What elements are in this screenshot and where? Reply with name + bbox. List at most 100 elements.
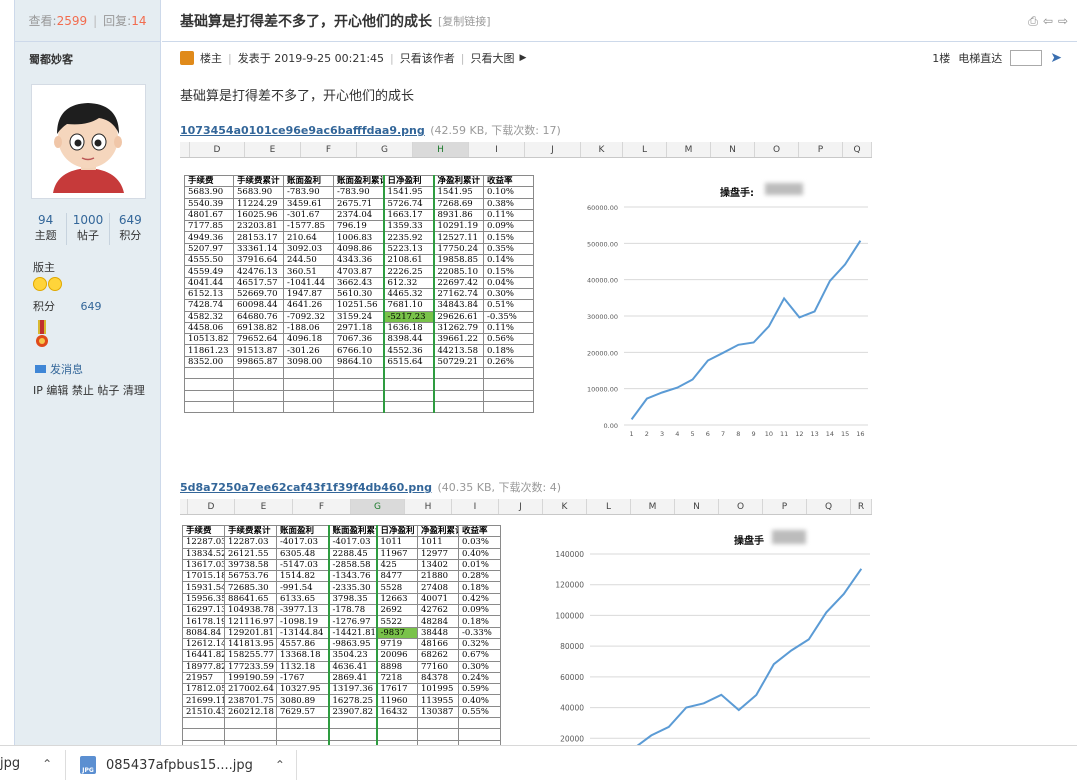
table-cell: 手续费 bbox=[182, 524, 225, 538]
table-cell: 手续费累计 bbox=[224, 524, 277, 538]
envelope-icon bbox=[35, 365, 46, 373]
table-cell: 84378 bbox=[417, 671, 459, 685]
x-tick-label: 13 bbox=[810, 430, 818, 437]
online-icon bbox=[180, 51, 194, 65]
table-cell: 日净盈利 bbox=[382, 174, 435, 188]
table-cell bbox=[184, 389, 234, 402]
table-row: 18977.82 177233.59 1132.18 4636.41 8898 77160… bbox=[182, 660, 501, 673]
table-cell bbox=[458, 728, 501, 741]
table-cell: 5522 bbox=[376, 615, 418, 628]
post-main: 基础算是打得差不多了，开心他们的成长 [复制链接] ⎙ ⇦ ⇨ 楼主 | 发表于… bbox=[162, 0, 1077, 745]
x-tick-label: 6 bbox=[706, 430, 710, 437]
table-cell: 0.42% bbox=[458, 592, 501, 606]
chart-1-plot: 0.00 10000.00 20000.00 30000.00 40000.00 5000… bbox=[587, 204, 868, 437]
only-large-images-link[interactable]: 只看大图 bbox=[470, 50, 514, 66]
prev-thread-icon[interactable]: ⇦ bbox=[1043, 14, 1053, 29]
table-cell: 238701.75 bbox=[224, 694, 277, 707]
table-cell bbox=[224, 717, 277, 730]
table-cell: 68262 bbox=[417, 649, 459, 662]
table-cell bbox=[458, 717, 501, 730]
table-cell: 12977 bbox=[417, 547, 459, 560]
table-cell bbox=[382, 378, 435, 391]
table-cell: 91513.87 bbox=[233, 344, 284, 357]
table-cell: 0.38% bbox=[483, 197, 534, 210]
table-cell: 0.51% bbox=[483, 299, 534, 312]
x-tick-label: 11 bbox=[780, 430, 788, 437]
only-author-link[interactable]: 只看该作者 bbox=[400, 50, 455, 66]
chevron-up-icon[interactable]: ⌃ bbox=[42, 757, 52, 771]
table-cell bbox=[276, 717, 329, 730]
table-cell: 16297.13 bbox=[182, 604, 225, 617]
admin-links[interactable]: IP 编辑 禁止 帖子 清理 bbox=[33, 382, 145, 398]
table-row bbox=[184, 400, 534, 414]
floor-number: 1楼 bbox=[932, 52, 951, 65]
x-tick-label: 4 bbox=[675, 430, 679, 437]
table-cell: 1011 bbox=[376, 536, 418, 549]
spreadsheet-image-2[interactable]: D E F G H I J K L M N O P Q R 手续费 手续费累计 账面… bbox=[180, 499, 872, 745]
table-cell: 17812.05 bbox=[182, 683, 225, 696]
attachment-link[interactable]: 5d8a7250a7ee62caf43f1f39f4db460.png bbox=[180, 481, 432, 494]
table-cell: 12663 bbox=[376, 592, 418, 606]
table-cell: 账面盈利 bbox=[276, 524, 329, 538]
send-message-link[interactable]: 发消息 bbox=[35, 361, 83, 377]
attachment-link[interactable]: 1073454a0101ce96e9ac6bafffdaa9.png bbox=[180, 124, 425, 137]
table-cell: 4458.06 bbox=[184, 321, 234, 335]
table-row: 5207.97 33361.14 3092.03 4098.86 5223.13 1775… bbox=[184, 242, 534, 256]
table-cell: 18977.82 bbox=[182, 660, 225, 673]
download-bar: jpg ⌃ JPG 085437afpbus15....jpg ⌃ bbox=[0, 745, 1077, 784]
table-cell: 0.11% bbox=[483, 208, 534, 222]
download-item-2[interactable]: JPG 085437afpbus15....jpg ⌃ bbox=[80, 756, 285, 774]
print-icon[interactable]: ⎙ bbox=[1028, 14, 1038, 29]
table-row: 6152.13 52669.70 1947.87 5610.30 4465.32 2716… bbox=[184, 287, 534, 301]
triangle-right-icon[interactable]: ▶ bbox=[519, 53, 526, 63]
table-cell: 101995 bbox=[417, 683, 459, 696]
author-stat-topics[interactable]: 94 主题 bbox=[25, 213, 68, 245]
author-stat-posts[interactable]: 1000 帖子 bbox=[67, 213, 110, 245]
table-cell: 1947.87 bbox=[283, 287, 334, 301]
table-cell: 42762 bbox=[417, 604, 459, 617]
table-cell: 129201.81 bbox=[224, 626, 277, 639]
spreadsheet-image-1[interactable]: D E F G H I J K L M N O P Q 手续费 手续费累计 账面盈利… bbox=[180, 142, 872, 450]
table-cell: 210.64 bbox=[283, 231, 334, 244]
table-cell: 日净盈利 bbox=[376, 524, 418, 538]
table-cell: 1006.83 bbox=[333, 231, 384, 244]
avatar[interactable] bbox=[31, 84, 146, 199]
table-cell: 0.15% bbox=[483, 231, 534, 244]
views-label: 查看: bbox=[28, 14, 57, 28]
table-cell: 5528 bbox=[376, 581, 418, 594]
op-label: 楼主 bbox=[200, 52, 222, 65]
table-row: 4041.44 46517.57 -1041.44 3662.43 612.32 2269… bbox=[184, 276, 534, 289]
y-tick-label: 0.00 bbox=[604, 422, 618, 430]
wrench-icon[interactable]: ➤ bbox=[1050, 50, 1062, 66]
table-cell: 1514.82 bbox=[276, 570, 329, 583]
copy-link[interactable]: [复制链接] bbox=[438, 13, 491, 29]
table-cell: 13368.18 bbox=[276, 649, 329, 662]
table-row: 4458.06 69138.82 -188.06 2971.18 1636.18 3126… bbox=[184, 321, 534, 335]
table-cell: -1577.85 bbox=[283, 220, 334, 233]
post-meta: 楼主 | 发表于 2019-9-25 00:21:45 | 只看该作者 | 只看… bbox=[180, 50, 1070, 66]
table-cell: 账面盈利累计 bbox=[327, 524, 378, 538]
table-cell: 3159.24 bbox=[333, 310, 384, 323]
table-cell: -783.90 bbox=[283, 186, 334, 199]
table-row: 5540.39 11224.29 3459.61 2675.71 5726.74 7268… bbox=[184, 197, 534, 210]
table-cell: 1359.33 bbox=[382, 220, 435, 233]
chevron-up-icon[interactable]: ⌃ bbox=[275, 758, 285, 772]
table-cell: -178.78 bbox=[327, 604, 378, 617]
x-tick-label: 2 bbox=[645, 430, 649, 437]
download-item-1[interactable]: jpg ⌃ bbox=[0, 756, 52, 771]
author-points: 积分 649 bbox=[33, 300, 102, 313]
table-cell: 21957 bbox=[182, 671, 225, 685]
floor-jump-input[interactable] bbox=[1010, 50, 1043, 66]
table-cell bbox=[433, 389, 484, 402]
author-name[interactable]: 蜀都妙客 bbox=[29, 51, 73, 67]
table-cell: -7092.32 bbox=[283, 310, 334, 323]
table-cell: -1276.97 bbox=[327, 615, 378, 628]
next-thread-icon[interactable]: ⇨ bbox=[1058, 14, 1068, 29]
table-cell: 0.09% bbox=[458, 604, 501, 617]
author-stat-points[interactable]: 649 积分 bbox=[110, 213, 151, 245]
table-cell: 21510.43 bbox=[182, 705, 225, 719]
table-cell bbox=[327, 717, 378, 730]
table-cell: 8352.00 bbox=[184, 355, 234, 369]
table-row: 15956.35 88641.65 6133.65 3798.35 12663 40071… bbox=[182, 592, 501, 606]
table-cell bbox=[483, 367, 534, 380]
